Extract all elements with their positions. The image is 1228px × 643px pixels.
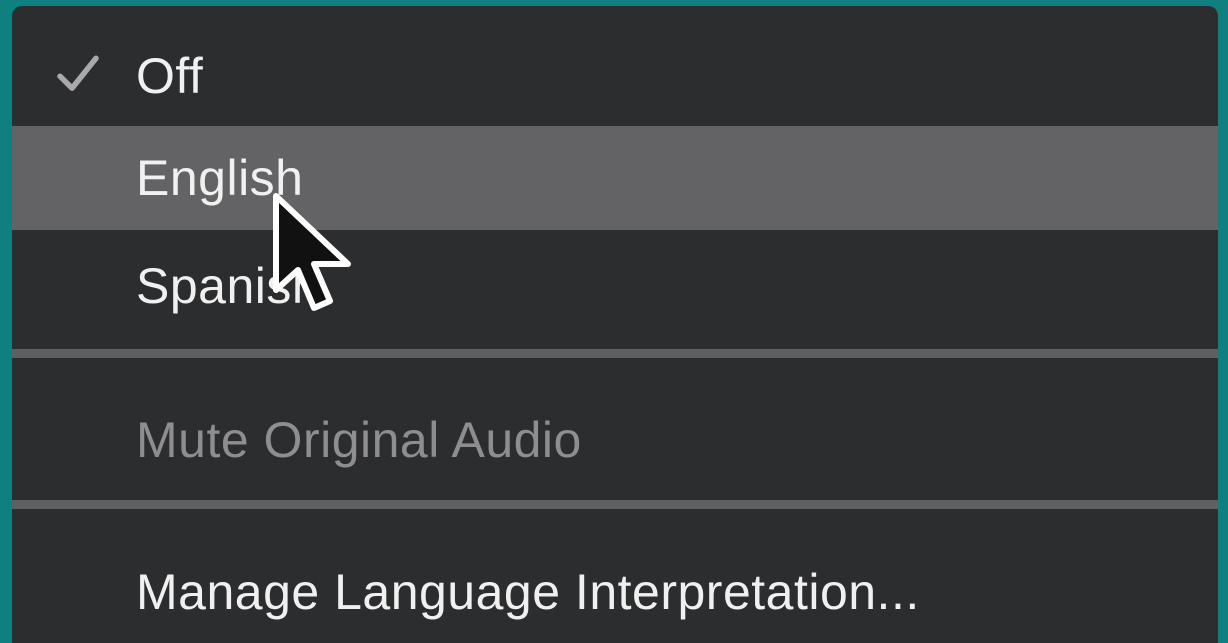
check-icon bbox=[57, 55, 99, 91]
menu-item-mute-original-audio[interactable]: Mute Original Audio bbox=[12, 388, 1218, 492]
menu-separator bbox=[12, 349, 1218, 358]
menu-item-label: English bbox=[136, 150, 304, 206]
menu-item-english[interactable]: English bbox=[12, 126, 1218, 230]
menu-item-off[interactable]: Off bbox=[12, 24, 1218, 128]
menu-item-label: Off bbox=[136, 48, 204, 104]
language-interpretation-menu: Off English Spanish Mute Original Audio … bbox=[12, 6, 1218, 643]
menu-item-label: Mute Original Audio bbox=[136, 412, 582, 468]
menu-separator bbox=[12, 500, 1218, 509]
menu-item-manage-language-interpretation[interactable]: Manage Language Interpretation... bbox=[12, 540, 1218, 643]
menu-item-label: Manage Language Interpretation... bbox=[136, 564, 920, 620]
menu-item-spanish[interactable]: Spanish bbox=[12, 234, 1218, 338]
menu-item-label: Spanish bbox=[136, 258, 321, 314]
